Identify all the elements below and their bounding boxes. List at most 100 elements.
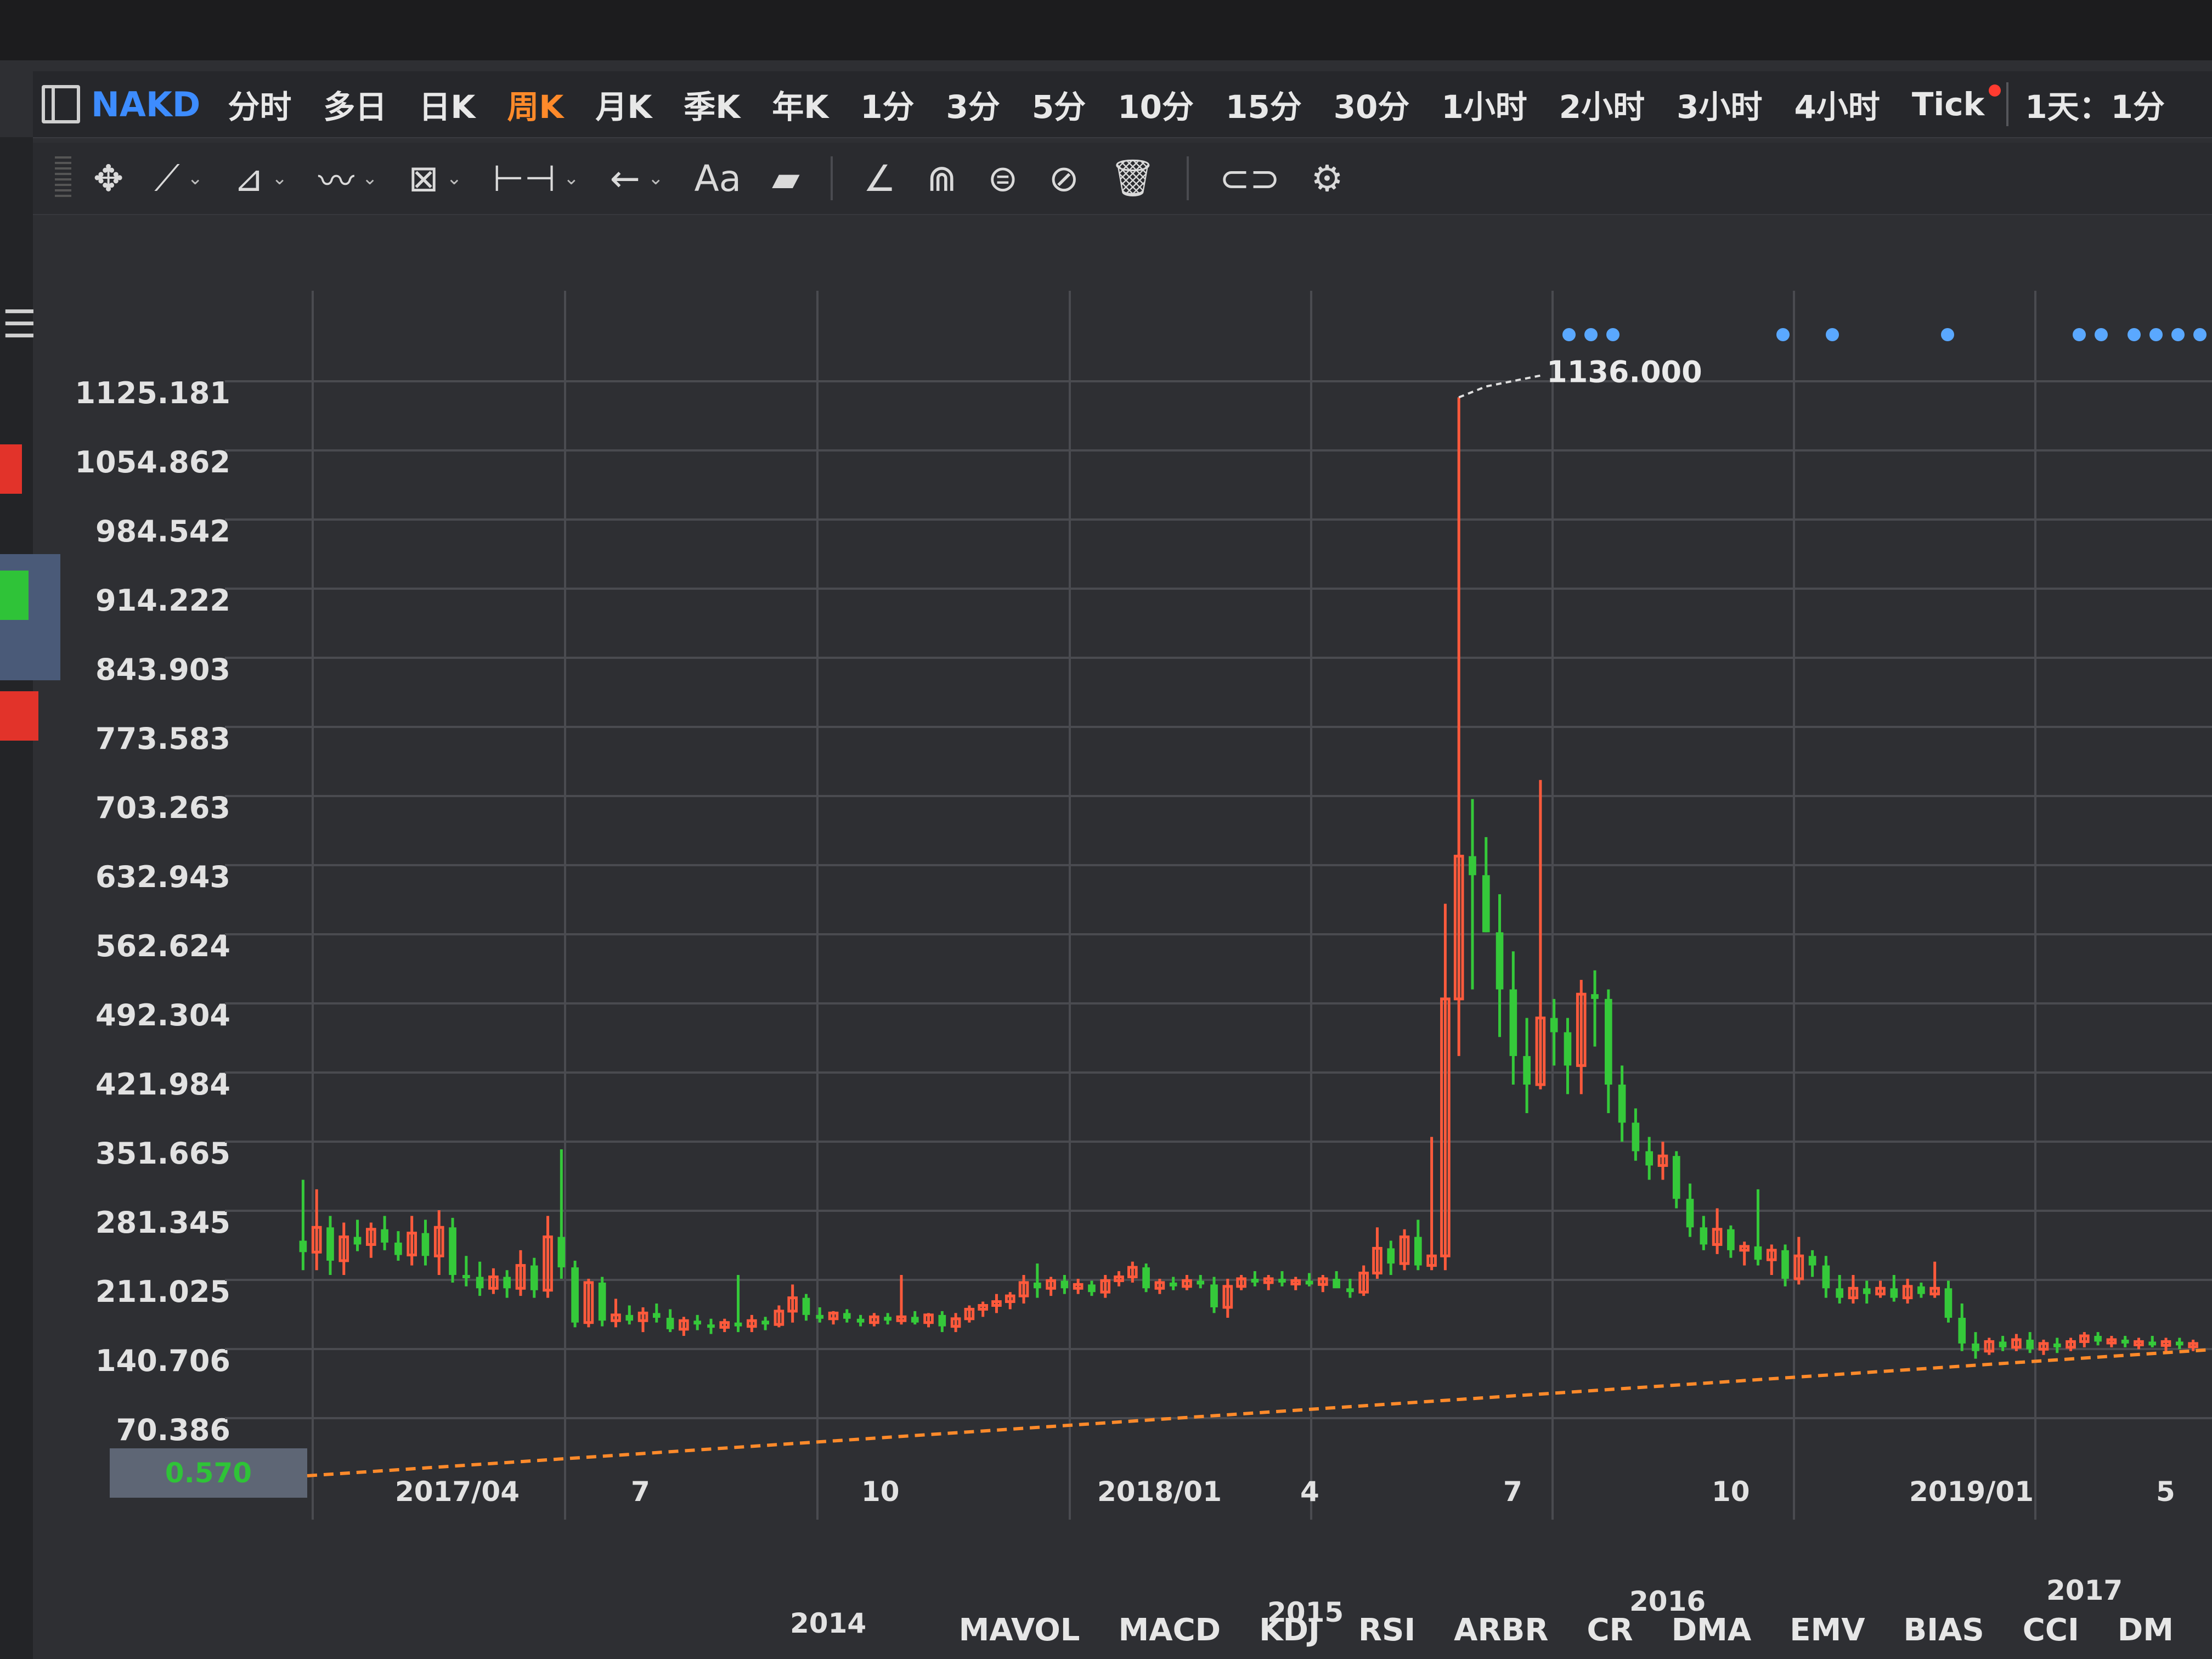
arrow-tool-icon[interactable]: ← ⌄ — [610, 157, 664, 200]
candle[interactable] — [1318, 1274, 1328, 1293]
candle[interactable] — [1005, 1292, 1015, 1310]
candle[interactable] — [1197, 1274, 1205, 1289]
candle[interactable] — [381, 1216, 388, 1250]
candle[interactable] — [884, 1313, 891, 1325]
candle[interactable] — [1591, 970, 1599, 1047]
candle[interactable] — [950, 1313, 961, 1333]
candle[interactable] — [843, 1309, 851, 1323]
tab-period-0[interactable]: 分时 — [228, 81, 291, 127]
candle[interactable] — [2079, 1332, 2090, 1347]
indicator-tab-kdj[interactable]: KDJ — [1259, 1612, 1320, 1648]
event-marker[interactable] — [2149, 328, 2163, 341]
candle[interactable] — [2134, 1338, 2144, 1350]
candle[interactable] — [774, 1305, 785, 1328]
candle[interactable] — [991, 1294, 1002, 1313]
event-marker[interactable] — [1776, 328, 1790, 341]
candle[interactable] — [366, 1222, 376, 1258]
fibonacci-tool-icon[interactable]: ⊠ ⌄ — [408, 157, 462, 200]
candle[interactable] — [571, 1260, 579, 1328]
candle[interactable] — [1727, 1225, 1735, 1258]
candle[interactable] — [761, 1317, 769, 1330]
lock-drawings-icon[interactable]: ⊜ — [988, 157, 1018, 200]
candle[interactable] — [326, 1216, 334, 1275]
candle[interactable] — [1469, 799, 1476, 990]
indicator-tab-emv[interactable]: EMV — [1790, 1612, 1865, 1648]
candle[interactable] — [747, 1314, 757, 1333]
tab-period-9[interactable]: 5分 — [1032, 81, 1086, 127]
candle[interactable] — [1387, 1240, 1395, 1275]
candle[interactable] — [1632, 1108, 1640, 1161]
candle[interactable] — [1046, 1277, 1056, 1296]
event-marker[interactable] — [2193, 328, 2207, 341]
candle[interactable] — [653, 1304, 661, 1323]
candle[interactable] — [1509, 951, 1517, 1085]
tab-period-11[interactable]: 15分 — [1226, 81, 1302, 127]
candle[interactable] — [1088, 1280, 1096, 1296]
candle[interactable] — [719, 1318, 730, 1333]
candle[interactable] — [666, 1309, 674, 1333]
tab-period-1[interactable]: 多日 — [323, 81, 387, 127]
candle[interactable] — [611, 1299, 621, 1328]
tab-period-2[interactable]: 日K — [419, 81, 475, 127]
candle[interactable] — [2011, 1334, 2022, 1351]
candle[interactable] — [828, 1311, 839, 1325]
candle[interactable] — [476, 1261, 484, 1296]
candle[interactable] — [394, 1231, 402, 1261]
candle[interactable] — [421, 1220, 430, 1266]
chevron-down-icon[interactable]: ⌄ — [447, 167, 462, 189]
candle[interactable] — [1399, 1229, 1410, 1271]
candle[interactable] — [1984, 1338, 1995, 1355]
candle[interactable] — [1902, 1278, 1913, 1304]
indicator-tab-macd[interactable]: MACD — [1119, 1612, 1221, 1648]
candle[interactable] — [503, 1270, 511, 1298]
candle[interactable] — [515, 1250, 526, 1296]
trash-icon[interactable]: 🗑 — [1110, 157, 1156, 200]
candle[interactable] — [1426, 1137, 1437, 1271]
candle[interactable] — [1482, 837, 1490, 933]
candle[interactable] — [1793, 1237, 1804, 1285]
candle[interactable] — [1060, 1274, 1069, 1294]
candle[interactable] — [1822, 1256, 1830, 1298]
candle[interactable] — [1496, 894, 1504, 1037]
chevron-down-icon[interactable]: ⌄ — [563, 167, 579, 189]
candle[interactable] — [1917, 1282, 1925, 1298]
candle[interactable] — [1875, 1280, 1886, 1298]
candle[interactable] — [1333, 1271, 1340, 1289]
candle[interactable] — [1863, 1280, 1871, 1304]
tab-period-4[interactable]: 月K — [595, 81, 652, 127]
candle[interactable] — [1523, 1018, 1531, 1114]
candle[interactable] — [1712, 1208, 1723, 1254]
candle[interactable] — [2106, 1336, 2117, 1347]
candle[interactable] — [938, 1311, 946, 1333]
candle[interactable] — [1236, 1274, 1246, 1290]
candle[interactable] — [1972, 1332, 1979, 1359]
chevron-down-icon[interactable]: ⌄ — [272, 167, 287, 189]
indicator-tab-arbr[interactable]: ARBR — [1454, 1612, 1548, 1648]
event-marker[interactable] — [2095, 328, 2108, 341]
indicator-tab-cr[interactable]: CR — [1587, 1612, 1633, 1648]
candle[interactable] — [1739, 1242, 1750, 1266]
candle[interactable] — [462, 1256, 470, 1286]
candle[interactable] — [311, 1189, 322, 1271]
tab-period-14[interactable]: 2小时 — [1559, 81, 1645, 127]
candle[interactable] — [449, 1217, 456, 1283]
candle[interactable] — [488, 1268, 499, 1294]
event-marker[interactable] — [1606, 328, 1620, 341]
candle[interactable] — [1182, 1274, 1192, 1290]
candle[interactable] — [1618, 1065, 1626, 1142]
candle[interactable] — [2094, 1332, 2102, 1346]
candle[interactable] — [598, 1277, 606, 1327]
candle[interactable] — [1210, 1277, 1218, 1313]
tab-period-17[interactable]: Tick — [1912, 86, 1984, 123]
candle[interactable] — [2148, 1336, 2157, 1347]
candle[interactable] — [338, 1222, 349, 1275]
candle[interactable] — [1564, 1018, 1572, 1094]
candle[interactable] — [1657, 1142, 1668, 1180]
event-marker[interactable] — [1584, 328, 1598, 341]
tab-period-10[interactable]: 10分 — [1118, 81, 1194, 127]
chevron-down-icon[interactable]: ⌄ — [362, 167, 378, 189]
tab-period-15[interactable]: 3小时 — [1677, 81, 1762, 127]
candle[interactable] — [1372, 1227, 1383, 1279]
event-marker[interactable] — [2171, 328, 2185, 341]
candle[interactable] — [1766, 1244, 1777, 1275]
